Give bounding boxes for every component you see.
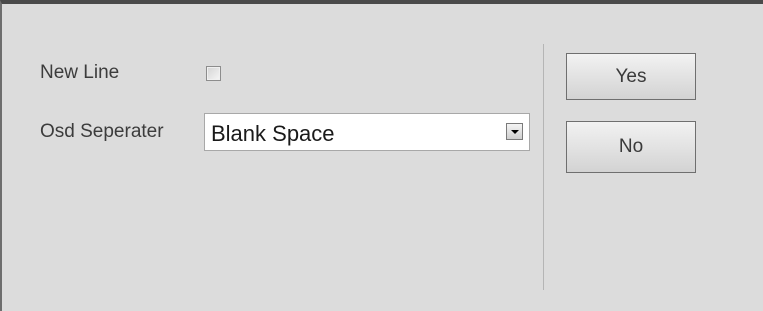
osd-separator-select[interactable]: Blank Space — [204, 113, 530, 151]
yes-button[interactable]: Yes — [566, 53, 696, 100]
new-line-label: New Line — [40, 62, 120, 83]
no-button[interactable]: No — [566, 121, 696, 173]
osd-settings-dialog: New Line Osd Seperater Blank Space Yes N… — [0, 0, 763, 311]
osd-separator-label: Osd Seperater — [40, 121, 164, 142]
osd-separator-value: Blank Space — [211, 121, 335, 146]
vertical-divider — [543, 44, 544, 290]
new-line-checkbox[interactable] — [206, 66, 221, 81]
chevron-down-icon[interactable] — [506, 123, 523, 140]
